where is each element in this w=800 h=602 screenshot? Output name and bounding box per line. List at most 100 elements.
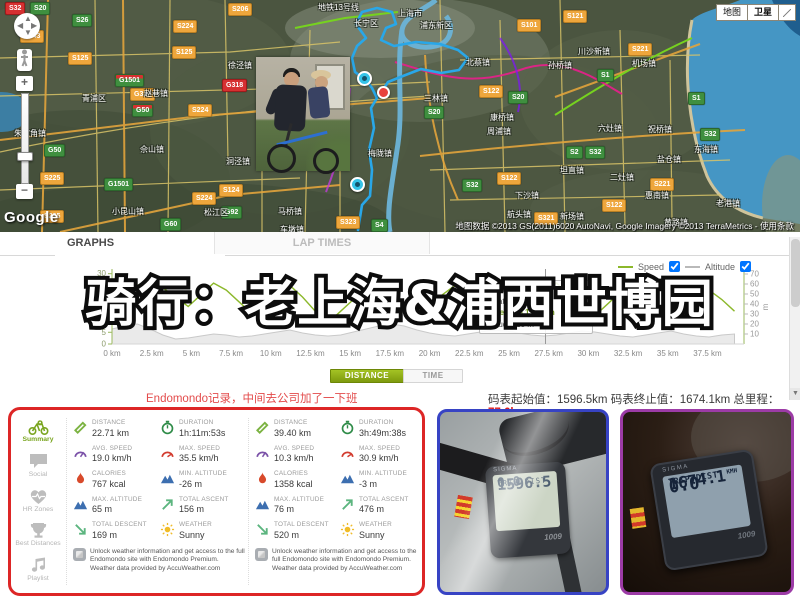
- map-canvas[interactable]: [0, 0, 800, 232]
- satellite-type-button[interactable]: 卫星: [747, 4, 779, 21]
- workout-2-stats: DISTANCE39.40 kmDURATION3h:49m:38sAVG. S…: [255, 419, 423, 573]
- descent-icon: [73, 522, 88, 537]
- road-badge: S20: [30, 2, 50, 15]
- road-badge: G318: [222, 79, 247, 92]
- town-label: 川沙新镇: [578, 46, 610, 57]
- graph-tabbar: GRAPHS LAP TIMES: [0, 232, 800, 256]
- right-axis-tick: 60: [750, 280, 759, 289]
- distance-icon: [73, 420, 88, 435]
- max-altitude-icon: [255, 497, 270, 512]
- town-label: 赵巷镇: [144, 88, 168, 99]
- photo-marker[interactable]: [350, 177, 365, 192]
- map[interactable]: S32S20S26S343S224S206S125S125G1501G318G3…: [0, 0, 800, 232]
- left-axis-tick: 30: [97, 269, 106, 278]
- x-axis-tick: 7.5 km: [219, 349, 243, 358]
- x-axis-tick: 22.5 km: [455, 349, 484, 358]
- zoom-out-button[interactable]: −: [16, 184, 33, 199]
- road-badge: S225: [40, 172, 64, 185]
- town-label: 六灶镇: [598, 123, 622, 134]
- sidebar-item-hr-zones[interactable]: HR Zones: [13, 486, 63, 514]
- stat-distance: DISTANCE22.71 km: [73, 419, 158, 438]
- left-axis-tick: 20: [97, 293, 106, 302]
- ascent-icon: [340, 497, 355, 512]
- odometer-end-photo: SIGMA KMH 0.0 TRIP DIST 1674.1 1009: [620, 409, 794, 595]
- stat-max-speed: MAX. SPEED30.9 km/h: [340, 445, 423, 464]
- distance-axis-button[interactable]: DISTANCE: [330, 369, 404, 383]
- lcd-unit: KMH: [726, 467, 738, 476]
- stat-weather: WEATHERSunny: [160, 521, 245, 540]
- calories-icon: [255, 471, 270, 486]
- road-badge: S26: [72, 14, 92, 27]
- position-marker[interactable]: [377, 86, 390, 99]
- weather-icon: [160, 522, 175, 537]
- speed-checkbox[interactable]: [669, 261, 680, 272]
- time-axis-button[interactable]: TIME: [403, 369, 463, 383]
- right-axis-tick: 20: [750, 320, 759, 329]
- ascent-icon: [160, 497, 175, 512]
- road-badge: G50: [44, 144, 65, 157]
- descent-icon: [255, 522, 270, 537]
- endomondo-workout-page: S32S20S26S343S224S206S125S125G1501G318G3…: [0, 0, 800, 602]
- road-badge: G1501: [104, 178, 133, 191]
- premium-icon: [255, 548, 268, 561]
- x-axis-tick: 15 km: [339, 349, 361, 358]
- right-axis-label: m: [761, 303, 770, 310]
- tab-lap-times[interactable]: LAP TIMES: [214, 232, 430, 254]
- speed-altitude-chart[interactable]: 051015202530102030405060700 km2.5 km5 km…: [0, 255, 800, 375]
- x-axis-tick: 35 km: [657, 349, 679, 358]
- right-axis-tick: 30: [750, 310, 759, 319]
- road-badge: S122: [497, 172, 521, 185]
- town-label: 航头镇: [507, 209, 531, 220]
- google-logo[interactable]: Google: [4, 209, 59, 226]
- cyclist-icon: [28, 416, 49, 435]
- stats-sidebar: Summary Social HR Zones Best Distances Playl…: [13, 416, 63, 590]
- altitude-area: [112, 324, 735, 344]
- town-label: 北蔡镇: [466, 57, 490, 68]
- graph-scrollbar[interactable]: ▼: [789, 237, 800, 400]
- tab-graphs[interactable]: GRAPHS: [55, 232, 225, 256]
- left-axis-tick: 10: [97, 316, 106, 325]
- sidebar-item-summary[interactable]: Summary: [13, 416, 63, 444]
- stat-max-altitude: MAX. ALTITUDE76 m: [255, 496, 338, 515]
- route-photo-thumbnail[interactable]: [256, 57, 350, 171]
- stat-min-altitude: MIN. ALTITUDE-3 m: [340, 470, 423, 489]
- road-badge: S125: [68, 52, 92, 65]
- stat-calories: CALORIES767 kcal: [73, 470, 158, 489]
- scrollbar-thumb[interactable]: [791, 239, 800, 307]
- scrollbar-down-arrow-icon[interactable]: ▼: [790, 388, 800, 400]
- map-type-button[interactable]: 地图: [716, 4, 748, 21]
- town-label: 车墩镇: [280, 224, 304, 232]
- road-badge: S121: [563, 10, 587, 23]
- trophy-icon: [28, 520, 49, 539]
- town-label: 青浦区: [82, 93, 106, 104]
- x-axis-tick: 32.5 km: [614, 349, 643, 358]
- speed-line-swatch: [618, 266, 633, 268]
- town-label: 孙桥镇: [548, 60, 572, 71]
- sidebar-item-best-distances[interactable]: Best Distances: [13, 520, 63, 548]
- road-badge: S224: [173, 20, 197, 33]
- zoom-in-button[interactable]: +: [16, 76, 33, 91]
- street-view-pegman-icon[interactable]: [17, 49, 32, 71]
- x-axis-tick: 30 km: [577, 349, 599, 358]
- sidebar-item-playlist[interactable]: Playlist: [13, 555, 63, 583]
- photo-marker[interactable]: [357, 71, 372, 86]
- sidebar-item-social[interactable]: Social: [13, 451, 63, 479]
- zoom-slider-handle[interactable]: [17, 152, 33, 161]
- x-axis-tick: 20 km: [419, 349, 441, 358]
- altitude-checkbox[interactable]: [740, 261, 751, 272]
- town-label: 老港镇: [716, 198, 740, 209]
- map-overview-toggle[interactable]: [778, 4, 796, 21]
- max-speed-icon: [340, 446, 355, 461]
- left-axis-tick: 0: [102, 340, 107, 349]
- road-badge: S2: [566, 146, 583, 159]
- road-badge: S206: [228, 3, 252, 16]
- min-altitude-icon: [160, 471, 175, 486]
- map-pan-control[interactable]: ▲▼ ◀▶: [14, 13, 40, 39]
- town-label: 佘山镇: [140, 144, 164, 155]
- road-badge: S1: [597, 69, 614, 82]
- premium-upsell: Unlock weather information and get acces…: [73, 548, 245, 574]
- x-axis-tick: 0 km: [103, 349, 121, 358]
- zoom-slider[interactable]: [21, 93, 29, 184]
- road-badge: S4: [371, 219, 388, 232]
- left-axis-tick: 15: [97, 304, 106, 313]
